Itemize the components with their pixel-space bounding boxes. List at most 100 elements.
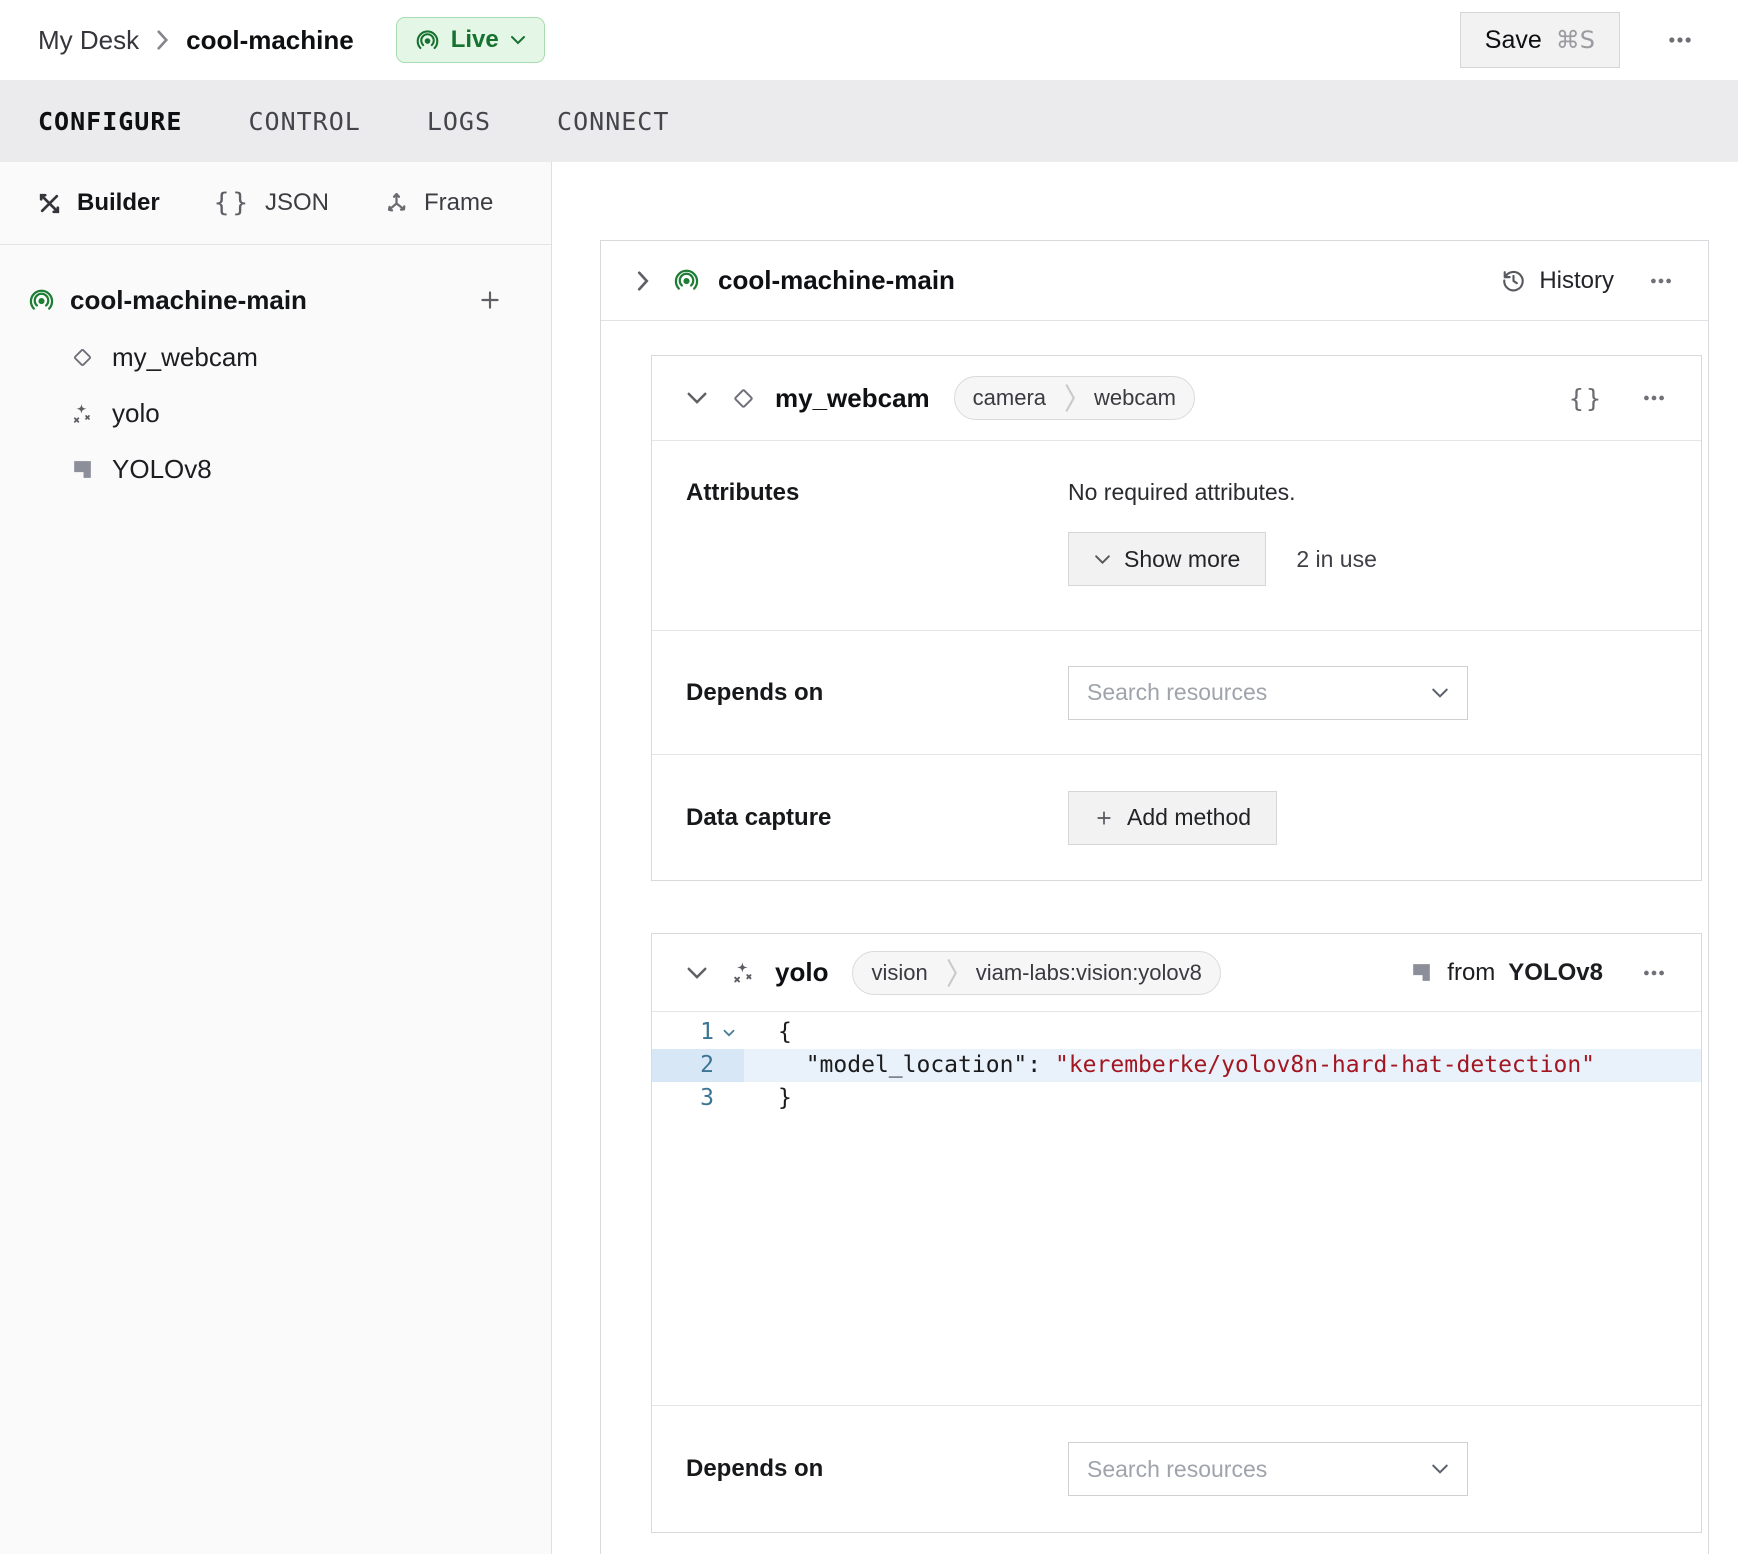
live-broadcast-icon — [415, 28, 440, 53]
from-module-name: YOLOv8 — [1508, 959, 1603, 987]
machine-menu-kebab-icon[interactable] — [1660, 20, 1700, 60]
show-more-label: Show more — [1124, 546, 1240, 573]
resource-tree: cool-machine-main my_webcam — [0, 245, 551, 497]
code-fold-chevron-icon[interactable] — [714, 1016, 744, 1049]
code-line-2: 2 "model_location": "keremberke/yolov8n-… — [652, 1049, 1701, 1082]
yolo-title: yolo — [775, 957, 828, 988]
tree-item-main-part-label: cool-machine-main — [70, 285, 307, 316]
vision-service-sparkles-icon — [70, 401, 95, 426]
depends-on-select[interactable]: Search resources — [1068, 1442, 1468, 1496]
depends-on-placeholder: Search resources — [1087, 679, 1267, 706]
code-text: } — [744, 1082, 792, 1115]
my-webcam-type-model-tag: camera webcam — [954, 376, 1195, 420]
top-bar: My Desk cool-machine Live Save ⌘S — [0, 0, 1738, 80]
view-builder[interactable]: Builder — [36, 189, 160, 217]
tree-item-yolo[interactable]: yolo — [0, 385, 551, 441]
frame-axes-icon — [383, 190, 410, 217]
tab-control[interactable]: CONTROL — [248, 107, 360, 136]
code-text: { — [744, 1016, 792, 1049]
breadcrumb: My Desk cool-machine — [38, 25, 354, 56]
from-label: from — [1447, 959, 1495, 987]
my-webcam-card-header: my_webcam camera webcam {} — [652, 356, 1701, 440]
depends-on-placeholder: Search resources — [1087, 1456, 1267, 1483]
data-capture-label: Data capture — [686, 804, 1068, 832]
live-broadcast-icon — [28, 287, 55, 314]
my-webcam-menu-kebab-icon[interactable] — [1637, 381, 1671, 415]
machine-tab-bar: CONFIGURE CONTROL LOGS CONNECT — [0, 80, 1738, 162]
tab-connect[interactable]: CONNECT — [557, 107, 669, 136]
breadcrumb-parent[interactable]: My Desk — [38, 25, 139, 56]
code-string-value: "keremberke/yolov8n-hard-hat-detection" — [1055, 1052, 1595, 1078]
history-label: History — [1539, 267, 1614, 295]
tab-configure[interactable]: CONFIGURE — [38, 107, 182, 136]
camera-component-diamond-icon — [70, 345, 95, 370]
code-key: "model_location" — [806, 1052, 1028, 1078]
tab-logs[interactable]: LOGS — [427, 107, 491, 136]
tree-item-yolov8-label: YOLOv8 — [112, 454, 212, 485]
configure-sidebar: Builder {} JSON Frame — [0, 162, 552, 1554]
history-button[interactable]: History — [1500, 267, 1614, 295]
code-line-1: 1 { — [652, 1016, 1701, 1049]
attributes-in-use-count: 2 in use — [1296, 546, 1377, 573]
tag-chevron-icon — [946, 958, 958, 988]
add-method-label: Add method — [1127, 804, 1251, 831]
vision-service-sparkles-icon — [730, 959, 757, 986]
depends-on-label: Depends on — [686, 679, 1068, 707]
part-menu-kebab-icon[interactable] — [1644, 264, 1678, 298]
from-module-indicator: from YOLOv8 — [1409, 959, 1603, 987]
tree-item-my-webcam-label: my_webcam — [112, 342, 258, 373]
configure-main-panel: cool-machine-main History — [552, 162, 1738, 1554]
part-collapse-chevron-right-icon[interactable] — [631, 265, 655, 297]
machine-status-live-button[interactable]: Live — [396, 17, 545, 63]
model-tag: webcam — [1076, 385, 1194, 411]
machine-part-header: cool-machine-main History — [601, 241, 1708, 321]
show-more-button[interactable]: Show more — [1068, 532, 1266, 586]
view-frame-label: Frame — [424, 189, 493, 217]
config-view-switcher: Builder {} JSON Frame — [0, 162, 551, 245]
tree-item-yolov8-module[interactable]: YOLOv8 — [0, 441, 551, 497]
plus-icon — [1094, 808, 1114, 828]
save-button[interactable]: Save ⌘S — [1460, 12, 1620, 68]
data-capture-row: Data capture Add method — [652, 754, 1701, 880]
camera-component-diamond-icon — [730, 385, 757, 412]
machine-part-card: cool-machine-main History — [600, 240, 1709, 1554]
line-number: 1 — [652, 1016, 714, 1049]
resource-card-my-webcam: my_webcam camera webcam {} — [651, 355, 1702, 881]
history-clock-icon — [1500, 267, 1527, 294]
line-number: 3 — [652, 1082, 714, 1115]
live-label: Live — [451, 26, 499, 54]
module-icon — [70, 457, 95, 482]
code-text: "model_location": "keremberke/yolov8n-ha… — [744, 1049, 1595, 1082]
breadcrumb-chevron-icon — [155, 28, 170, 52]
type-tag: vision — [853, 960, 945, 986]
curly-braces-icon: {} — [214, 188, 251, 218]
view-frame[interactable]: Frame — [383, 189, 493, 217]
code-line-3: 3 } — [652, 1082, 1701, 1115]
live-broadcast-icon — [673, 267, 700, 294]
my-webcam-json-toggle-icon[interactable]: {} — [1569, 384, 1603, 413]
view-json[interactable]: {} JSON — [214, 188, 329, 218]
module-icon — [1409, 960, 1434, 985]
view-json-label: JSON — [265, 189, 329, 217]
save-button-label: Save — [1485, 26, 1542, 55]
resource-card-yolo: yolo vision viam-labs:vision:yolov8 — [651, 933, 1702, 1533]
tree-item-main-part[interactable]: cool-machine-main — [0, 271, 551, 329]
yolo-menu-kebab-icon[interactable] — [1637, 956, 1671, 990]
model-tag: viam-labs:vision:yolov8 — [958, 960, 1220, 986]
line-number: 2 — [652, 1049, 714, 1082]
yolo-attributes-code-editor[interactable]: 1 { 2 "model_location": "keremberke/yolo… — [652, 1011, 1701, 1405]
my-webcam-title: my_webcam — [775, 383, 930, 414]
show-more-chevron-down-icon — [1094, 554, 1111, 565]
tree-item-my-webcam[interactable]: my_webcam — [0, 329, 551, 385]
depends-on-row: Depends on Search resources — [652, 630, 1701, 754]
add-resource-plus-icon[interactable] — [473, 283, 507, 317]
part-title: cool-machine-main — [718, 265, 955, 296]
breadcrumb-current: cool-machine — [186, 25, 354, 56]
depends-on-label: Depends on — [686, 1455, 1068, 1483]
yolo-collapse-chevron-down-icon[interactable] — [682, 962, 712, 984]
select-chevron-down-icon — [1431, 1463, 1449, 1475]
depends-on-select[interactable]: Search resources — [1068, 666, 1468, 720]
my-webcam-collapse-chevron-down-icon[interactable] — [682, 387, 712, 409]
add-method-button[interactable]: Add method — [1068, 791, 1277, 845]
attributes-label: Attributes — [686, 479, 1068, 586]
